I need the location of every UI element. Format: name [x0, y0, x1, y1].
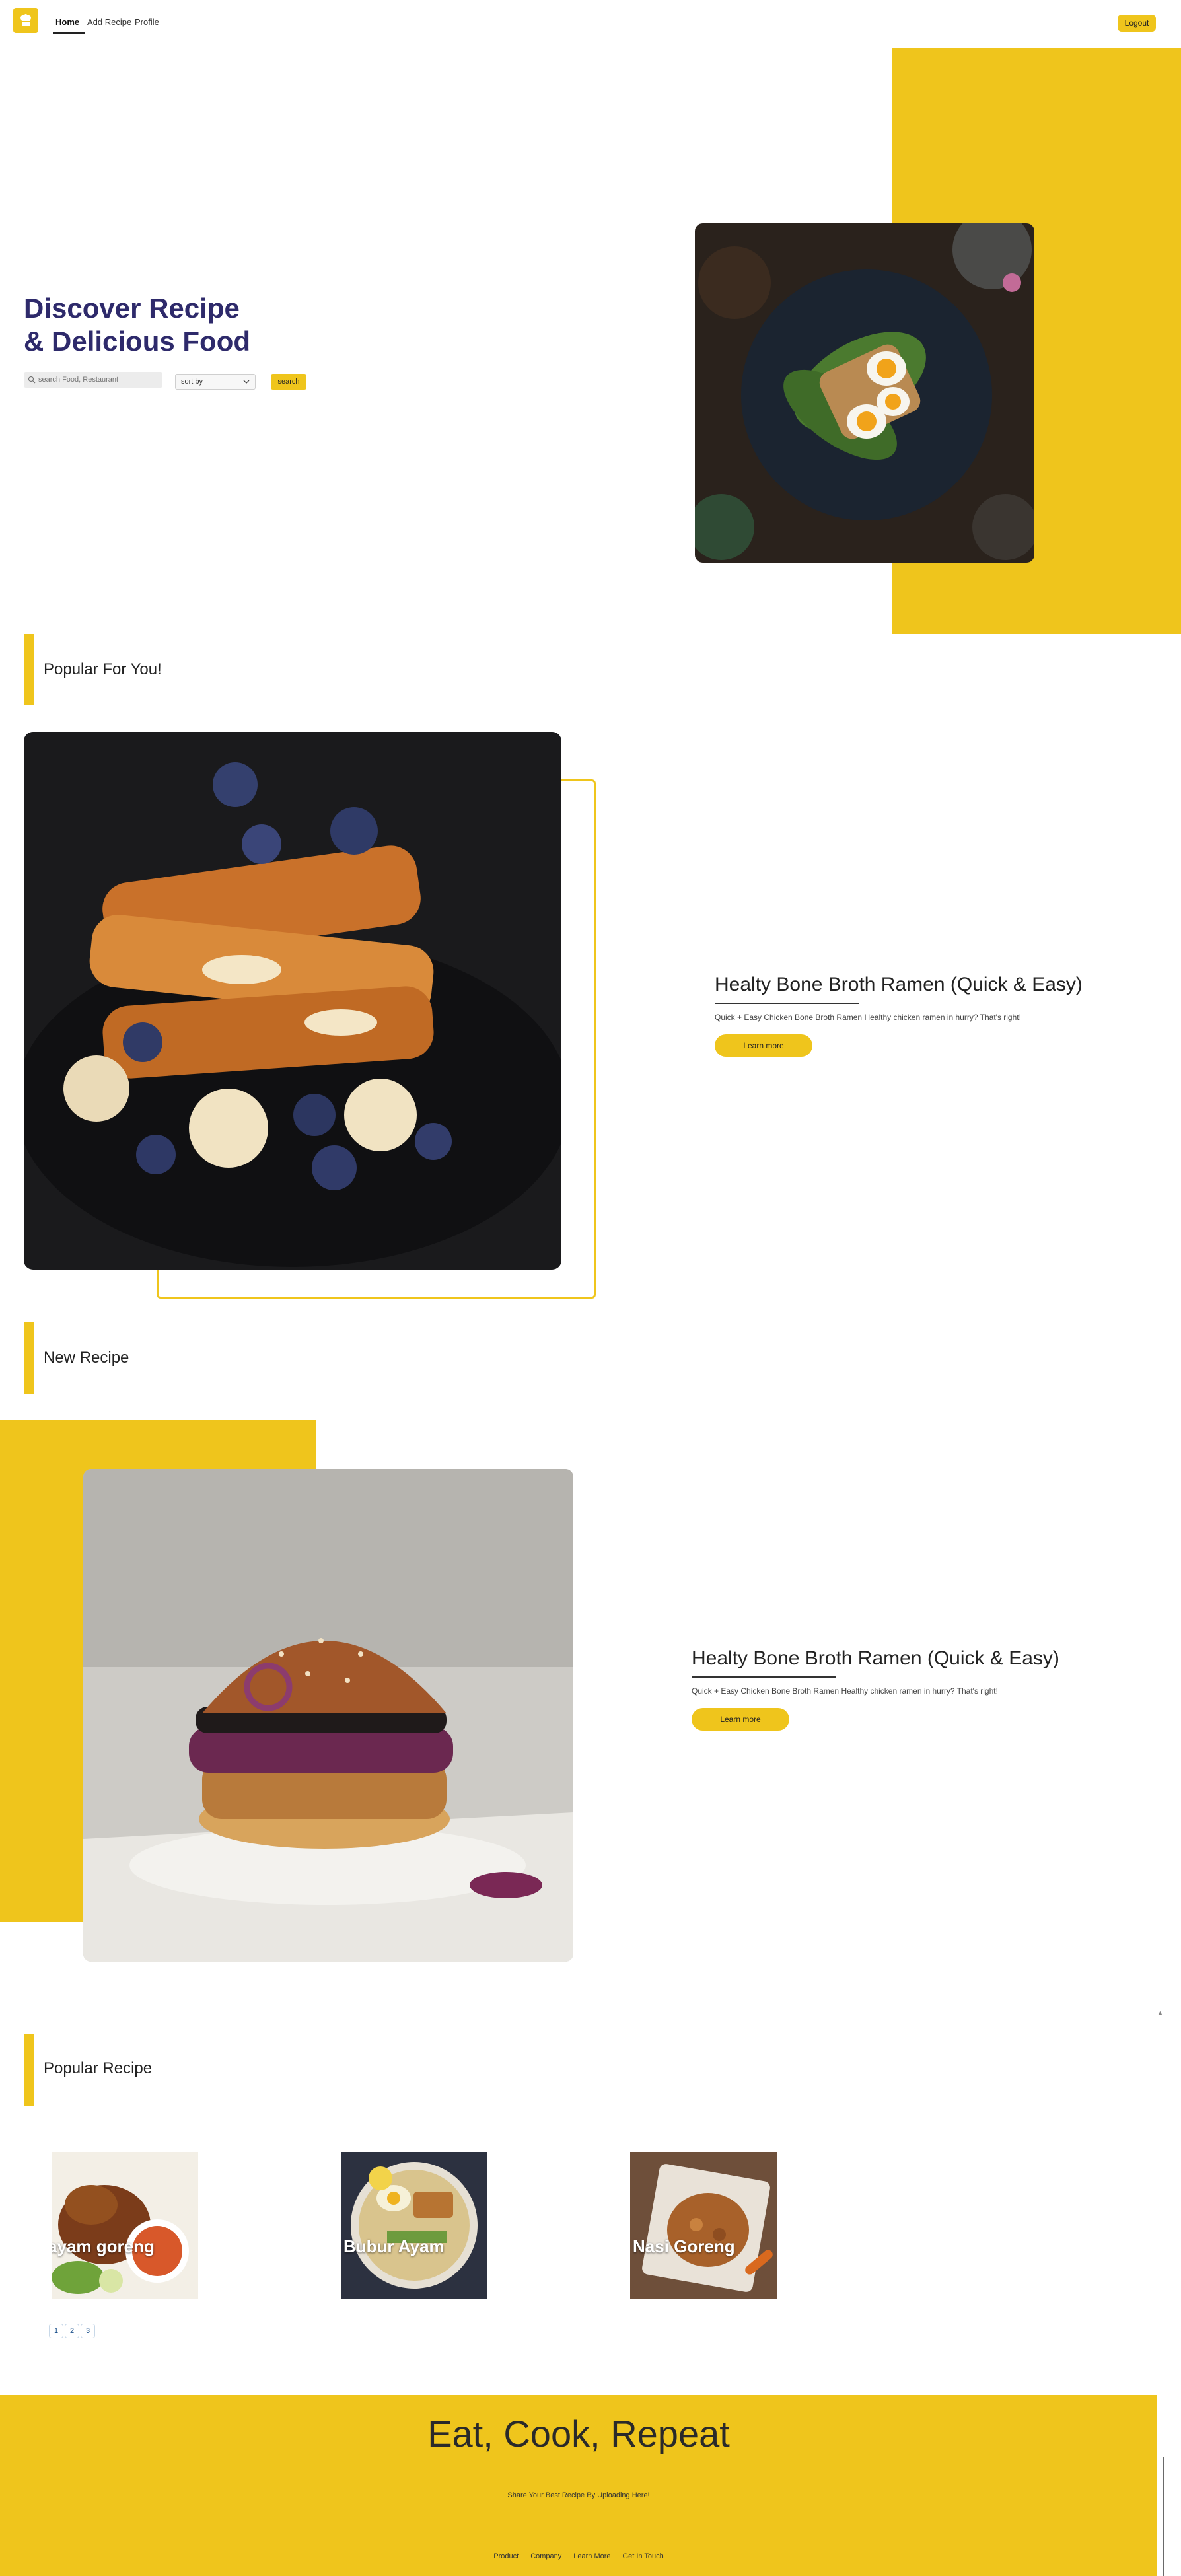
footer-link-learn-more[interactable]: Learn More	[573, 2552, 610, 2560]
chevron-down-icon	[243, 380, 250, 384]
footer-link-product[interactable]: Product	[493, 2552, 519, 2560]
hero-food-image	[695, 223, 1034, 563]
recipe-name: Bubur Ayam	[343, 2236, 445, 2256]
nav-add-recipe[interactable]: Add Recipe	[87, 17, 131, 27]
title-underline	[715, 1003, 859, 1004]
scrollbar-thumb[interactable]	[1163, 2457, 1164, 2576]
title-underline	[692, 1676, 836, 1678]
recipe-image	[341, 2152, 487, 2299]
sort-label: sort by	[181, 378, 203, 386]
page-button-1[interactable]: 1	[49, 2324, 63, 2338]
recipe-name: ayam goreng	[52, 2236, 155, 2256]
learn-more-button[interactable]: Learn more	[715, 1034, 812, 1057]
page-button-3[interactable]: 3	[81, 2324, 95, 2338]
popular-recipe-heading: Popular Recipe	[44, 2059, 153, 2077]
logout-button[interactable]: Logout	[1118, 15, 1156, 32]
recipe-card-bubur-ayam[interactable]: Bubur Ayam	[341, 2152, 487, 2299]
hero-title-line2: & Delicious Food	[24, 326, 251, 357]
footer-title: Eat, Cook, Repeat	[427, 2413, 730, 2454]
recipe-title: Healty Bone Broth Ramen (Quick & Easy)	[715, 974, 1083, 995]
footer-link-company[interactable]: Company	[530, 2552, 561, 2560]
vertical-scrollbar[interactable]	[1157, 1982, 1181, 2576]
hero-title-line1: Discover Recipe	[24, 293, 240, 324]
recipe-name: Nasi Goreng	[633, 2236, 735, 2256]
app-logo[interactable]	[13, 8, 38, 33]
section-accent-bar	[24, 2034, 34, 2106]
recipe-description: Quick + Easy Chicken Bone Broth Ramen He…	[715, 1013, 1021, 1022]
learn-more-button[interactable]: Learn more	[692, 1708, 789, 1731]
footer-link-get-in-touch[interactable]: Get In Touch	[623, 2552, 664, 2560]
recipe-description: Quick + Easy Chicken Bone Broth Ramen He…	[692, 1686, 998, 1696]
section-accent-bar	[24, 1322, 34, 1394]
new-recipe-image	[83, 1469, 573, 1962]
nav-home[interactable]: Home	[55, 17, 79, 27]
recipe-image	[52, 2152, 198, 2299]
footer-links: Product Company Learn More Get In Touch	[0, 2552, 1157, 2560]
search-button[interactable]: search	[271, 374, 306, 390]
recipe-card-ayam-goreng[interactable]: ayam goreng	[52, 2152, 198, 2299]
recipe-card-nasi-goreng[interactable]: Nasi Goreng	[630, 2152, 777, 2299]
page-button-2[interactable]: 2	[65, 2324, 79, 2338]
search-icon	[28, 376, 36, 384]
chef-hat-icon	[20, 14, 31, 26]
nav-active-indicator	[53, 32, 85, 34]
recipe-title: Healty Bone Broth Ramen (Quick & Easy)	[692, 1647, 1059, 1669]
hero-title: Discover Recipe & Delicious Food	[24, 292, 301, 358]
search-input[interactable]	[38, 376, 157, 384]
sort-select[interactable]: sort by	[175, 374, 256, 390]
recipe-image	[630, 2152, 777, 2299]
section-accent-bar	[24, 634, 34, 705]
popular-recipe-image	[24, 732, 561, 1270]
new-recipe-heading: New Recipe	[44, 1349, 129, 1367]
popular-for-you-heading: Popular For You!	[44, 661, 162, 678]
footer-subtitle: Share Your Best Recipe By Uploading Here…	[507, 2491, 650, 2499]
nav-profile[interactable]: Profile	[135, 17, 159, 27]
search-field[interactable]	[24, 372, 162, 388]
